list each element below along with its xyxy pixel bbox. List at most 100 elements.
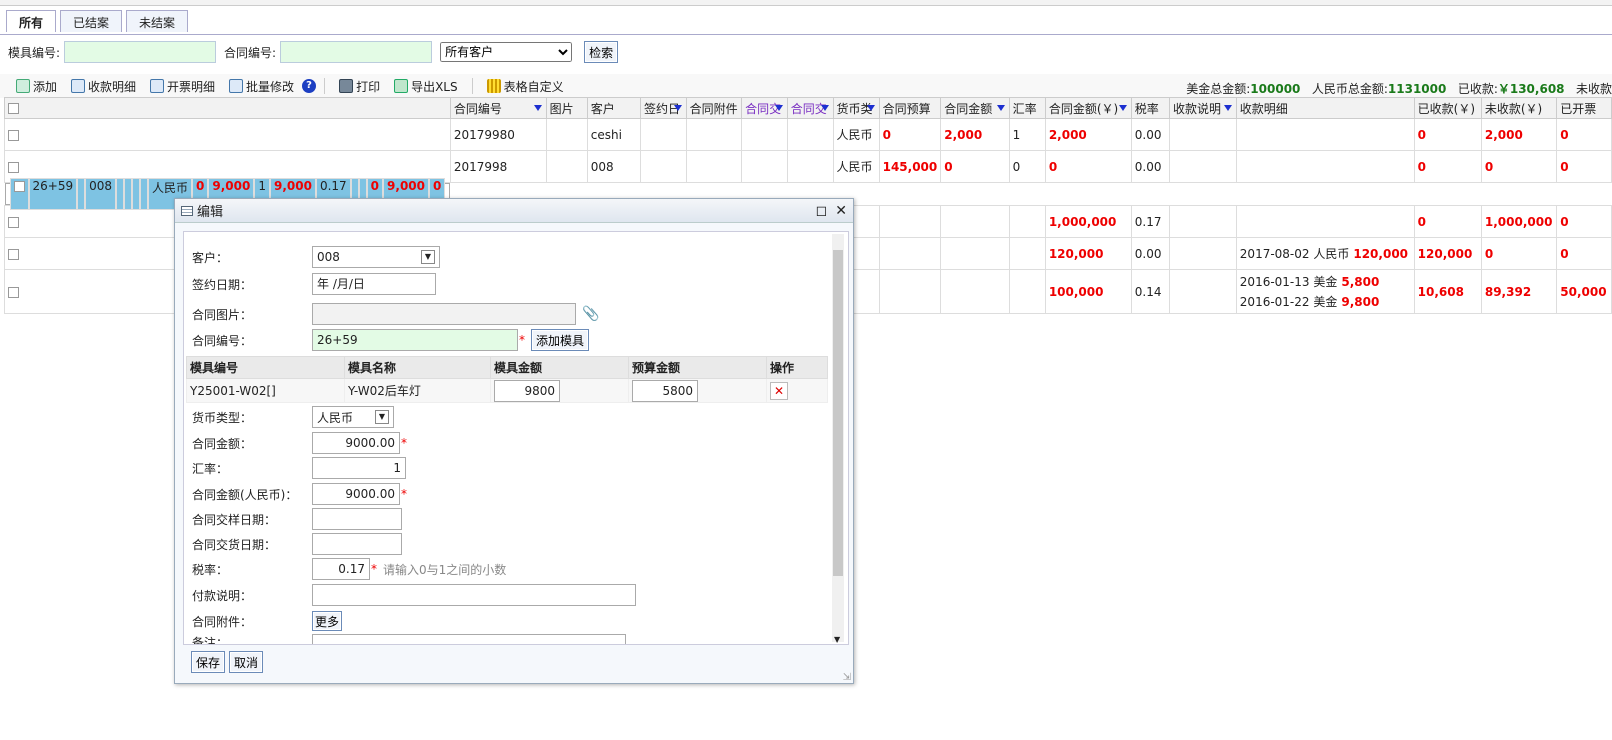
cell-date [639,118,687,151]
col-rate[interactable]: 汇率 [1008,97,1046,119]
mold-amount-input[interactable]: 9800 [494,379,560,402]
col-contract-no[interactable]: 合同编号 [449,97,547,119]
filter-icon[interactable] [866,105,875,111]
col-budget[interactable]: 合同预算 [878,97,942,119]
dialog-form: 客户： 008 ▼ 签约日期： 年 /月/日 合同图片： 📎 合同编号： 26+5… [183,231,849,645]
delivery-date-input[interactable] [312,533,402,555]
search-bar: 模具编号: 合同编号: 所有客户 检索 [8,40,619,64]
currency-select[interactable]: 人民币 ▼ [312,406,394,428]
payment-detail-amount: 120,000 [1353,246,1409,261]
col-currency[interactable]: 货币类 [832,97,880,119]
tab-closed[interactable]: 已结案 [60,10,123,32]
tax-input[interactable]: 0.17 [312,558,370,580]
filter-icon[interactable] [1223,105,1232,111]
cell-amount: 0 [940,150,1010,183]
col-payment-detail[interactable]: 收款明细 [1235,97,1415,119]
col-customer[interactable]: 客户 [586,97,641,119]
edit-icon [150,79,165,93]
amount-input[interactable]: 9000.00 [312,432,400,454]
col-delivery-date[interactable]: 合同交 [786,97,834,119]
payment-detail-date: 2016-01-13 美金 [1239,274,1338,289]
chevron-down-icon[interactable]: ▼ [834,635,840,644]
col-amount-rmb[interactable]: 合同金额(￥) [1044,97,1132,119]
edit-dialog: 编辑 ◻ ✕ 客户： 008 ▼ 签约日期： 年 /月/日 合同图片： 📎 合同编… [174,198,854,684]
col-tax[interactable]: 税率 [1130,97,1171,119]
cell-img [77,178,86,210]
search-button[interactable]: 检索 [584,41,619,63]
mold-budget-input[interactable]: 5800 [632,379,698,402]
table-row[interactable]: 20179980 ceshi 人民币 0 2,000 1 2,000 0.00 0 2,000 0 [4,118,1612,151]
contract-no-label: 合同编号： [192,333,253,348]
receipt-detail-button[interactable]: 收款明细 [65,78,142,95]
contract-no-input[interactable] [280,41,433,63]
contract-image-input[interactable] [312,303,576,325]
batch-edit-button[interactable]: 批量修改 [223,78,300,95]
cell-att [685,150,743,183]
cell-unreceived: 89,392 [1480,269,1558,314]
tab-all[interactable]: 所有 [6,10,57,32]
invoice-detail-button[interactable]: 开票明细 [144,78,221,95]
mold-name: Y-W02后车灯 [344,378,491,403]
cell-amount [940,205,1010,238]
col-unreceived[interactable]: 未收款(￥) [1480,97,1558,119]
customer-select[interactable]: 所有客户 [440,42,573,62]
table-custom-button[interactable]: 表格自定义 [481,78,570,95]
customer-select[interactable]: 008 ▼ [312,246,440,268]
filter-icon[interactable] [774,105,783,111]
filter-icon[interactable] [820,105,829,111]
filter-icon[interactable] [1118,105,1127,111]
delete-icon[interactable]: ✕ [770,381,788,400]
col-sample-date[interactable]: 合同交 [741,97,788,119]
tab-open[interactable]: 未结案 [126,10,189,32]
filter-icon[interactable] [996,105,1005,111]
row-checkbox[interactable] [9,178,29,210]
row-checkbox[interactable] [4,118,451,151]
col-payment-note[interactable]: 收款说明 [1169,97,1237,119]
col-attachment[interactable]: 合同附件 [685,97,743,119]
required-marker: * [401,436,407,450]
remark-input[interactable] [312,634,626,644]
rate-input[interactable]: 1 [312,457,406,479]
close-icon[interactable]: ✕ [835,203,847,219]
received-total-label: 已收款: [1457,82,1498,96]
help-icon[interactable]: ? [302,79,317,93]
col-invoiced[interactable]: 已开票 [1556,97,1612,119]
save-button[interactable]: 保存 [191,651,226,673]
toolbar-separator [324,78,326,94]
payment-note-input[interactable] [312,584,636,606]
col-sign-date[interactable]: 签约日 [639,97,687,119]
dialog-scrollbar[interactable]: ▼ [832,234,844,644]
mold-no-label: 模具编号: [8,45,61,60]
export-xls-button[interactable]: 导出XLS [388,78,464,95]
cell-tax: 0.00 [1130,150,1171,183]
sign-date-input[interactable]: 年 /月/日 [312,273,436,295]
paperclip-icon[interactable]: 📎 [582,306,599,322]
add-label: 添加 [33,79,58,94]
cell-d2 [140,178,148,210]
add-button[interactable]: 添加 [10,78,63,95]
filter-icon[interactable] [533,105,542,111]
cell-invoiced: 0 [1556,150,1612,183]
more-button[interactable]: 更多 [312,611,343,631]
scrollbar-thumb[interactable] [833,250,843,576]
amount-rmb-input[interactable]: 9000.00 [312,483,400,505]
print-button[interactable]: 打印 [333,78,386,95]
sample-date-input[interactable] [312,508,402,530]
cell-amount: 2,000 [940,118,1010,151]
contract-no-input[interactable]: 26+59 [312,329,518,351]
cell-cur: 人民币 [832,150,880,183]
select-all-checkbox[interactable] [4,97,451,119]
payment-note-label: 付款说明： [192,588,253,603]
cancel-button[interactable]: 取消 [229,651,264,673]
maximize-icon[interactable]: ◻ [816,203,828,219]
filter-icon[interactable] [673,105,682,111]
col-amount[interactable]: 合同金额 [940,97,1010,119]
currency-label: 货币类型： [192,410,253,425]
resize-grip-icon[interactable]: ⇲ [843,672,851,683]
col-image[interactable]: 图片 [545,97,588,119]
col-received[interactable]: 已收款(￥) [1413,97,1482,119]
add-mold-button[interactable]: 添加模具 [531,329,590,351]
mold-no-input[interactable] [64,41,217,63]
mold-col-amount: 模具金额 [490,356,629,379]
add-icon [16,79,30,93]
